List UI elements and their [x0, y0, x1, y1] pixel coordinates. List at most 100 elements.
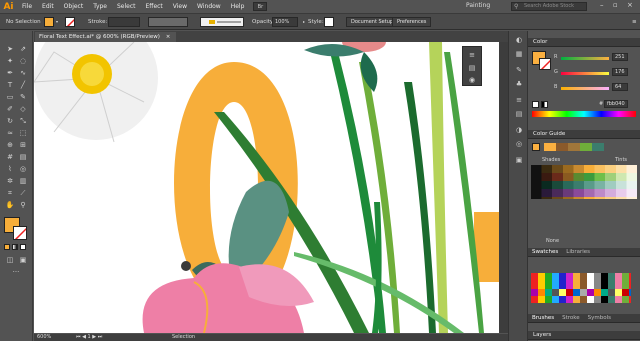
- minimize-icon[interactable]: –: [600, 1, 604, 9]
- symbol-sprayer-tool-icon[interactable]: ✲: [5, 176, 15, 186]
- menu-help[interactable]: Help: [226, 0, 250, 13]
- menu-select[interactable]: Select: [112, 0, 141, 13]
- shades-row[interactable]: [531, 181, 637, 189]
- zoom-level[interactable]: 600%: [37, 334, 51, 341]
- panel-grip-icon[interactable]: ≡: [467, 50, 477, 60]
- perspective-grid-tool-icon[interactable]: ⊞: [18, 140, 28, 150]
- preferences-button[interactable]: Preferences: [392, 17, 432, 27]
- black-white-icon[interactable]: [541, 101, 548, 108]
- variable-width-profile[interactable]: [148, 17, 188, 27]
- lasso-tool-icon[interactable]: ◌: [18, 56, 28, 66]
- screen-mode-icon[interactable]: ▣: [18, 255, 28, 265]
- menu-view[interactable]: View: [168, 0, 192, 13]
- direct-selection-tool-icon[interactable]: ⇗: [18, 44, 28, 54]
- column-graph-tool-icon[interactable]: ▥: [18, 176, 28, 186]
- none-mode-icon[interactable]: [20, 244, 26, 250]
- stroke-color-box[interactable]: [13, 226, 27, 240]
- curvature-tool-icon[interactable]: ∿: [18, 68, 28, 78]
- paintbrush-tool-icon[interactable]: ✎: [18, 92, 28, 102]
- maximize-icon[interactable]: ▫: [613, 1, 618, 9]
- appearance-panel-icon[interactable]: ◉: [467, 75, 477, 85]
- menu-edit[interactable]: Edit: [37, 0, 59, 13]
- color-panel-icon[interactable]: ◐: [514, 35, 524, 45]
- pen-tool-icon[interactable]: ✒: [5, 68, 15, 78]
- chevron-down-icon[interactable]: ▾: [56, 17, 58, 27]
- bridge-button[interactable]: Br: [253, 2, 268, 11]
- symbols-panel-icon[interactable]: ♣: [514, 79, 524, 89]
- artboard-tool-icon[interactable]: ⌗: [5, 188, 15, 198]
- vertical-scrollbar[interactable]: [499, 42, 508, 333]
- color-mode-icon[interactable]: [4, 244, 10, 250]
- graphic-styles-panel-icon[interactable]: ▣: [514, 155, 524, 165]
- menu-type[interactable]: Type: [88, 0, 112, 13]
- menu-object[interactable]: Object: [59, 0, 89, 13]
- red-slider[interactable]: [561, 57, 609, 60]
- layers-tab[interactable]: Layers: [528, 331, 640, 340]
- opacity-field[interactable]: 100%: [272, 17, 298, 27]
- document-setup-button[interactable]: Document Setup: [346, 17, 399, 27]
- panel-menu-icon[interactable]: ≡: [632, 17, 637, 27]
- magic-wand-tool-icon[interactable]: ✦: [5, 56, 15, 66]
- scale-tool-icon[interactable]: ⤡: [18, 116, 28, 126]
- tab-stroke[interactable]: Stroke: [562, 314, 580, 322]
- menu-window[interactable]: Window: [192, 0, 226, 13]
- blue-value[interactable]: 64: [612, 83, 628, 91]
- hand-tool-icon[interactable]: ✋: [5, 200, 15, 210]
- red-value[interactable]: 251: [612, 53, 628, 61]
- brushes-panel-icon[interactable]: ✎: [514, 65, 524, 75]
- green-slider[interactable]: [561, 72, 609, 75]
- eraser-tool-icon[interactable]: ◇: [18, 104, 28, 114]
- shades-row[interactable]: [531, 189, 637, 197]
- stroke-weight-field[interactable]: [108, 17, 140, 27]
- rotate-tool-icon[interactable]: ↻: [5, 116, 15, 126]
- tab-brushes[interactable]: Brushes: [532, 314, 554, 322]
- close-tab-icon[interactable]: ×: [166, 34, 171, 40]
- rectangle-tool-icon[interactable]: ▭: [5, 92, 15, 102]
- shape-builder-tool-icon[interactable]: ⊕: [5, 140, 15, 150]
- tab-symbols[interactable]: Symbols: [588, 314, 611, 322]
- harmony-colors[interactable]: [544, 143, 604, 151]
- fill-swatch[interactable]: [44, 17, 54, 27]
- selection-tool-icon[interactable]: ➤: [5, 44, 15, 54]
- shaper-tool-icon[interactable]: ✐: [5, 104, 15, 114]
- layers-panel-icon[interactable]: ▤: [467, 63, 477, 73]
- chevron-right-icon[interactable]: ▸: [303, 17, 305, 27]
- tab-libraries[interactable]: Libraries: [566, 248, 590, 256]
- width-tool-icon[interactable]: ≈: [5, 128, 15, 138]
- artboard-nav[interactable]: ⏮ ◀ 1 ▶ ⏭: [76, 334, 102, 341]
- blend-tool-icon[interactable]: ◎: [18, 164, 28, 174]
- hex-field[interactable]: fbb040: [604, 100, 628, 108]
- stock-search-input[interactable]: ⚲ Search Adobe Stock: [511, 2, 587, 11]
- slice-tool-icon[interactable]: ⟋: [18, 188, 28, 198]
- shades-row[interactable]: [531, 173, 637, 181]
- gradient-panel-icon[interactable]: ▤: [514, 109, 524, 119]
- mesh-tool-icon[interactable]: #: [5, 152, 15, 162]
- tab-swatches[interactable]: Swatches: [532, 248, 558, 256]
- blue-slider[interactable]: [561, 87, 609, 90]
- free-transform-tool-icon[interactable]: ⬚: [18, 128, 28, 138]
- none-color-icon[interactable]: [532, 101, 539, 108]
- brush-definition[interactable]: [200, 17, 244, 27]
- more-tools-icon[interactable]: ···: [11, 267, 21, 277]
- gradient-tool-icon[interactable]: ▤: [18, 152, 28, 162]
- line-segment-tool-icon[interactable]: ╱: [18, 80, 28, 90]
- document-tab[interactable]: Floral Text Effect.ai* @ 600% (RGB/Previ…: [35, 32, 177, 42]
- artboard-canvas[interactable]: [34, 42, 499, 333]
- stroke-swatch[interactable]: [65, 17, 75, 27]
- eyedropper-tool-icon[interactable]: ⌇: [5, 164, 15, 174]
- gradient-mode-icon[interactable]: [12, 244, 18, 250]
- color-spectrum[interactable]: [532, 111, 636, 117]
- menu-effect[interactable]: Effect: [141, 0, 168, 13]
- workspace-switcher[interactable]: Painting: [466, 2, 490, 9]
- color-panel-title[interactable]: Color: [528, 38, 640, 47]
- zoom-tool-icon[interactable]: ⚲: [18, 200, 28, 210]
- swatch-row[interactable]: [531, 289, 631, 296]
- appearance-panel-icon[interactable]: ◎: [514, 139, 524, 149]
- stroke-panel-icon[interactable]: ≡: [514, 95, 524, 105]
- graphic-style-swatch[interactable]: [324, 17, 334, 27]
- draw-mode-icon[interactable]: ◫: [5, 255, 15, 265]
- swatches-panel-icon[interactable]: ▦: [514, 49, 524, 59]
- color-stroke-swatch[interactable]: [539, 58, 551, 70]
- type-tool-icon[interactable]: T: [5, 80, 15, 90]
- menu-file[interactable]: File: [17, 0, 37, 13]
